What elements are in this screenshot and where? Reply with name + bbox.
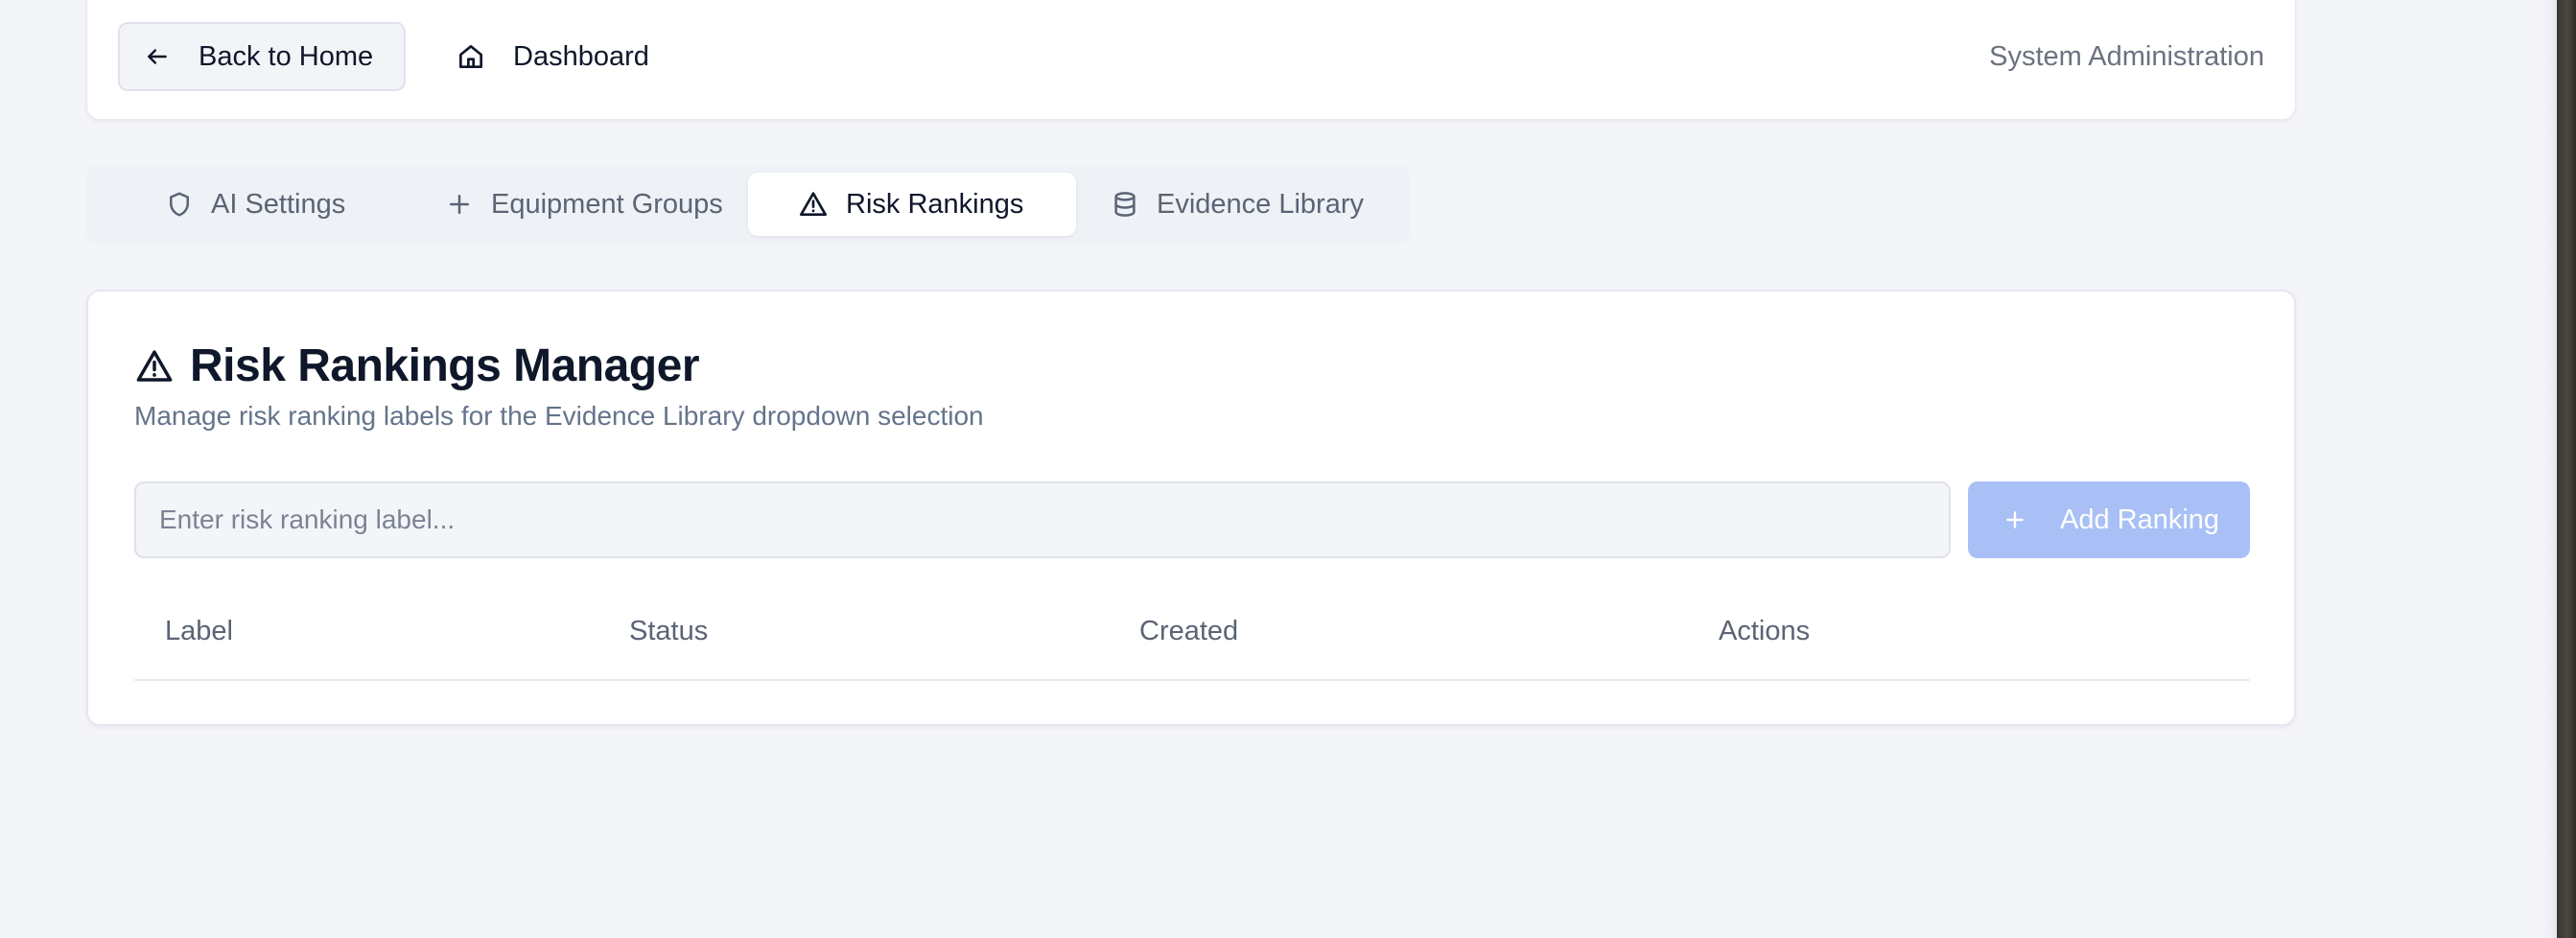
arrow-left-icon: [145, 44, 170, 69]
card-title-text: Risk Rankings Manager: [190, 340, 700, 391]
warning-triangle-icon: [798, 189, 829, 220]
tab-ai-settings[interactable]: AI Settings: [165, 173, 345, 236]
database-icon: [1111, 190, 1139, 219]
warning-triangle-icon: [134, 346, 175, 387]
risk-rankings-card: Risk Rankings Manager Manage risk rankin…: [86, 290, 2296, 726]
page: Back to Home Dashboard System Administra…: [0, 0, 2576, 938]
card-description: Manage risk ranking labels for the Evide…: [134, 401, 984, 431]
tab-label: Equipment Groups: [491, 188, 723, 220]
dashboard-label: Dashboard: [513, 40, 649, 72]
card-title: Risk Rankings Manager: [134, 340, 700, 392]
top-bar: Back to Home Dashboard System Administra…: [86, 0, 2296, 120]
tab-equipment-groups[interactable]: Equipment Groups: [445, 173, 723, 236]
back-to-home-label: Back to Home: [199, 40, 374, 72]
shield-icon: [165, 190, 194, 219]
add-ranking-button[interactable]: Add Ranking: [1968, 481, 2250, 558]
column-header-actions: Actions: [1719, 615, 1811, 646]
column-header-created[interactable]: Created: [1139, 585, 1238, 677]
tab-risk-rankings[interactable]: Risk Rankings: [748, 173, 1076, 236]
add-ranking-label: Add Ranking: [2060, 504, 2220, 535]
table-header: Label Status Created Actions: [134, 585, 2250, 681]
window-edge-shadow: [2543, 0, 2557, 938]
column-header-label[interactable]: Label: [165, 585, 233, 677]
tab-label: Evidence Library: [1157, 188, 1364, 220]
admin-tabs: AI Settings Equipment Groups Risk Rankin…: [86, 165, 1410, 244]
tab-label: Risk Rankings: [846, 188, 1024, 220]
tab-evidence-library[interactable]: Evidence Library: [1111, 173, 1364, 236]
section-title: System Administration: [1989, 40, 2264, 72]
column-header-status[interactable]: Status: [629, 585, 708, 677]
dashboard-link[interactable]: Dashboard: [456, 22, 649, 91]
home-icon: [456, 41, 486, 72]
tab-label: AI Settings: [211, 188, 346, 220]
desktop-background-edge: [2557, 0, 2576, 938]
plus-icon: [2002, 507, 2027, 532]
risk-ranking-label-input[interactable]: [134, 481, 1951, 558]
plus-icon: [445, 190, 474, 219]
back-to-home-button[interactable]: Back to Home: [118, 22, 406, 91]
